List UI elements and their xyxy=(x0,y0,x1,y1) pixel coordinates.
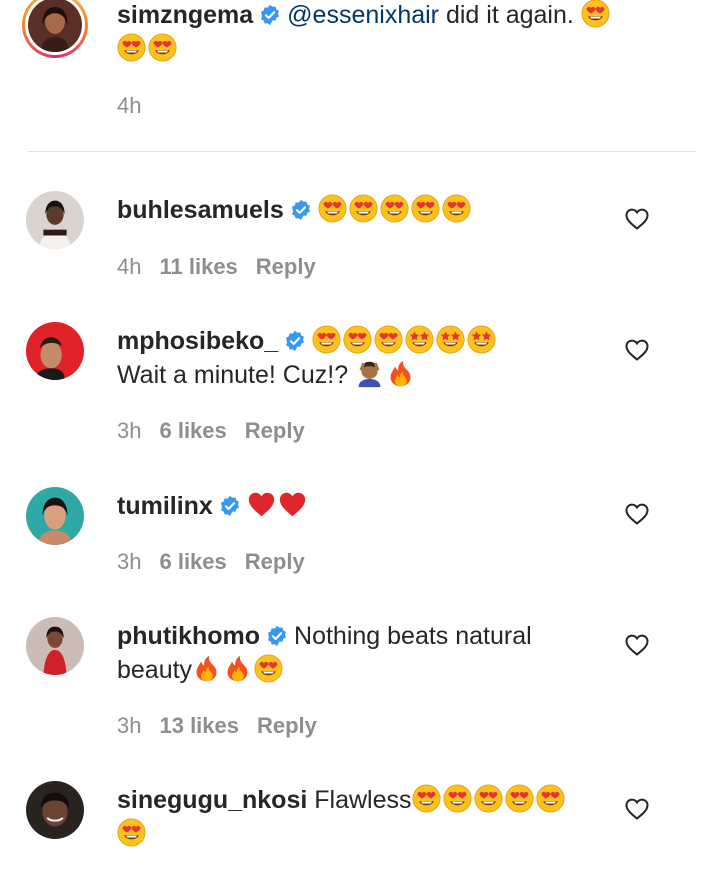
likes-count[interactable]: 6 likes xyxy=(159,549,226,574)
avatar[interactable] xyxy=(26,487,84,545)
comment-body-continued: beauty xyxy=(117,656,193,684)
caption-text: simzngema @essenixhair did it again. xyxy=(117,0,640,66)
reply-button[interactable]: Reply xyxy=(245,418,305,443)
avatar[interactable] xyxy=(26,191,84,249)
likes-count[interactable]: 6 likes xyxy=(159,418,226,443)
star-struck-emoji-icon xyxy=(405,325,434,354)
heart-eyes-emoji-icon xyxy=(412,784,441,813)
comment-time: 3h xyxy=(117,418,142,443)
reply-button[interactable]: Reply xyxy=(245,549,305,574)
heart-eyes-emoji-icon xyxy=(581,0,610,28)
star-struck-emoji-icon xyxy=(436,325,465,354)
heart-eyes-emoji-icon xyxy=(443,784,472,813)
comment-meta: 3h 13 likes Reply xyxy=(117,713,335,739)
like-heart-icon[interactable] xyxy=(625,208,649,230)
comment-username[interactable]: mphosibeko_ xyxy=(117,327,278,355)
heart-eyes-emoji-icon xyxy=(474,784,503,813)
verified-icon xyxy=(266,625,288,647)
heart-eyes-emoji-icon xyxy=(254,654,283,683)
heart-eyes-emoji-icon xyxy=(117,818,146,847)
heart-eyes-emoji-icon xyxy=(312,325,341,354)
comment-username[interactable]: sinegugu_nkosi xyxy=(117,786,307,814)
comment-time: 3h xyxy=(117,549,142,574)
verified-icon xyxy=(219,495,241,517)
verified-icon xyxy=(290,199,312,221)
comment-meta: 4h 11 likes Reply xyxy=(117,254,334,280)
like-heart-icon[interactable] xyxy=(625,798,649,820)
caption-username[interactable]: simzngema xyxy=(117,1,253,29)
fire-emoji-icon xyxy=(192,654,221,683)
caption-meta: 4h xyxy=(117,93,159,119)
red-heart-emoji-icon xyxy=(278,490,307,519)
caption-body: did it again. xyxy=(445,1,574,29)
heart-eyes-emoji-icon xyxy=(349,194,378,223)
heart-eyes-emoji-icon xyxy=(442,194,471,223)
heart-eyes-emoji-icon xyxy=(374,325,403,354)
verified-icon xyxy=(259,4,281,26)
heart-eyes-emoji-icon xyxy=(117,33,146,62)
comment-body: Wait a minute! Cuz!? xyxy=(117,361,349,389)
avatar[interactable] xyxy=(26,617,84,675)
heart-eyes-emoji-icon xyxy=(343,325,372,354)
heart-eyes-emoji-icon xyxy=(148,33,177,62)
reply-button[interactable]: Reply xyxy=(256,254,316,279)
divider xyxy=(28,151,696,152)
fire-emoji-icon xyxy=(386,359,415,388)
comment-text: tumilinx xyxy=(117,489,620,523)
facepalm-emoji-icon xyxy=(355,359,384,388)
heart-eyes-emoji-icon xyxy=(380,194,409,223)
comment-body: Flawless xyxy=(314,786,412,814)
verified-icon xyxy=(284,330,306,352)
comment-username[interactable]: phutikhomo xyxy=(117,622,260,650)
heart-eyes-emoji-icon xyxy=(536,784,565,813)
heart-eyes-emoji-icon xyxy=(411,194,440,223)
like-heart-icon[interactable] xyxy=(625,634,649,656)
comment-text: buhlesamuels xyxy=(117,193,620,227)
avatar[interactable] xyxy=(26,322,84,380)
like-heart-icon[interactable] xyxy=(625,339,649,361)
comment-text: sinegugu_nkosi Flawless xyxy=(117,783,620,851)
comment-text: phutikhomo Nothing beats natural beauty xyxy=(117,619,620,687)
comment-meta: 3h 6 likes Reply xyxy=(117,549,323,575)
red-heart-emoji-icon xyxy=(247,490,276,519)
comment-text: mphosibeko_ Wait a minute! Cuz!? xyxy=(117,324,620,392)
heart-eyes-emoji-icon xyxy=(318,194,347,223)
avatar[interactable] xyxy=(26,781,84,839)
comment-time: 4h xyxy=(117,254,142,279)
caption-avatar[interactable] xyxy=(22,0,88,58)
comment-username[interactable]: buhlesamuels xyxy=(117,196,284,224)
comment-time: 3h xyxy=(117,713,142,738)
caption-time: 4h xyxy=(117,93,142,118)
comment-meta: 3h 6 likes Reply xyxy=(117,418,323,444)
mention-link[interactable]: @essenixhair xyxy=(287,1,439,29)
likes-count[interactable]: 13 likes xyxy=(159,713,239,738)
fire-emoji-icon xyxy=(223,654,252,683)
likes-count[interactable]: 11 likes xyxy=(159,254,237,279)
star-struck-emoji-icon xyxy=(467,325,496,354)
comment-username[interactable]: tumilinx xyxy=(117,492,213,520)
reply-button[interactable]: Reply xyxy=(257,713,317,738)
comment-body: Nothing beats natural xyxy=(294,622,532,650)
heart-eyes-emoji-icon xyxy=(505,784,534,813)
like-heart-icon[interactable] xyxy=(625,503,649,525)
